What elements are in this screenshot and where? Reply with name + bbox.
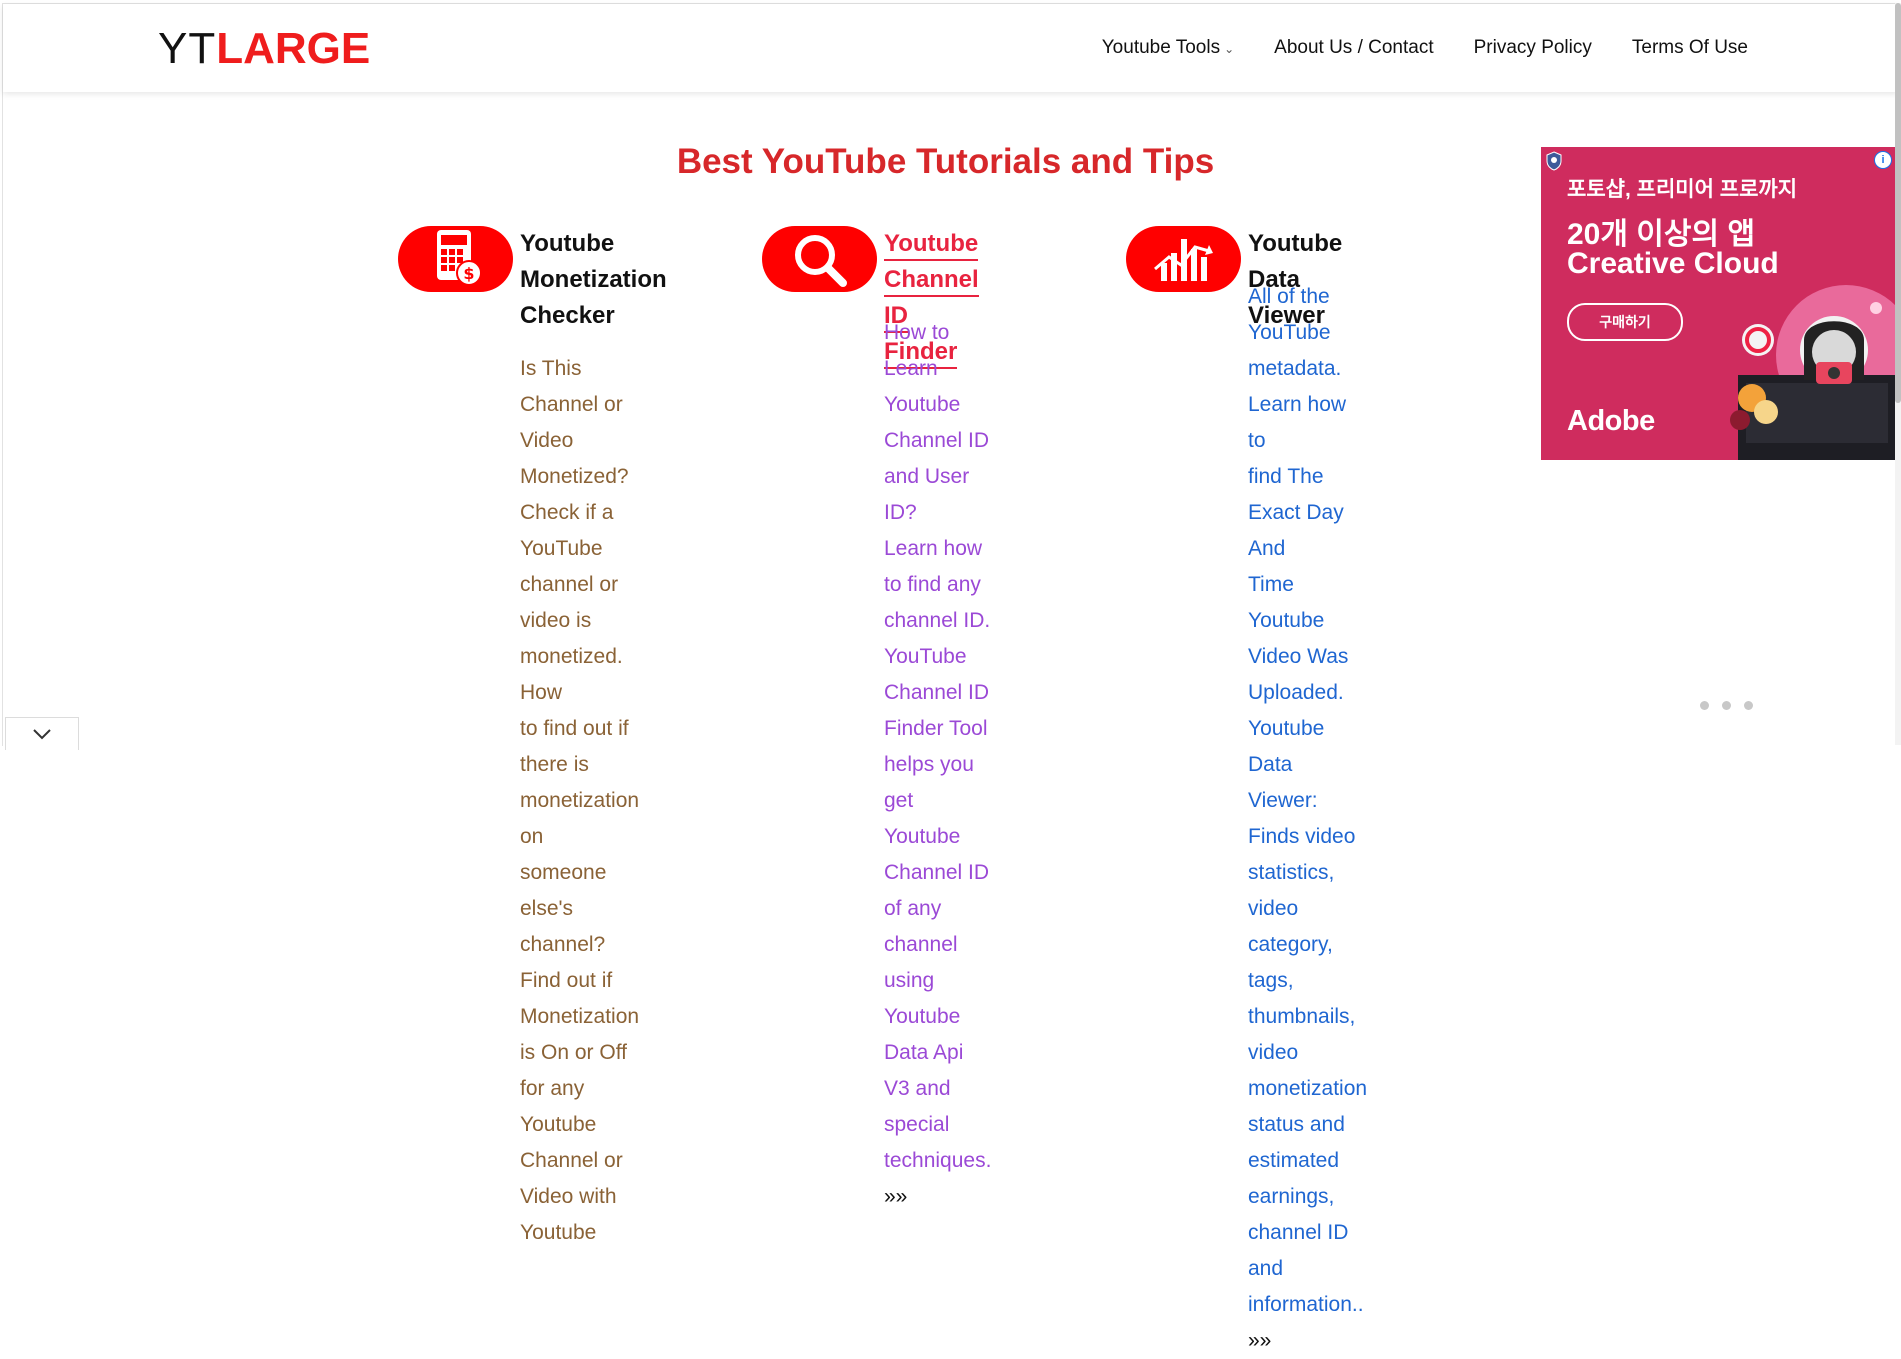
- desc-line: techniques. »»: [884, 1143, 991, 1215]
- desc-line: statistics, video category,: [1248, 861, 1335, 956]
- desc-line: to find out if there is: [520, 717, 629, 776]
- ad-line3: Creative Cloud: [1567, 247, 1779, 280]
- desc-line: find The Exact Day And: [1248, 465, 1344, 560]
- desc-line: Data Api V3 and special: [884, 1041, 964, 1136]
- ad-buy-button[interactable]: 구매하기: [1567, 303, 1683, 341]
- desc-line: someone else's channel?: [520, 861, 607, 956]
- desc-line: Time Youtube Video Was: [1248, 573, 1349, 668]
- desc-line: Uploaded. Youtube Data: [1248, 681, 1344, 776]
- chevron-down-icon: [33, 729, 51, 740]
- page-frame: YT LARGE Youtube Tools ⌄ About Us / Contac…: [2, 3, 1898, 1352]
- desc-line: How to Learn Youtube: [884, 321, 961, 416]
- desc-line: channel ID. YouTube: [884, 609, 991, 668]
- card-title[interactable]: Youtube Monetization Checker: [520, 226, 667, 334]
- desc-line-text: information..: [1248, 1293, 1364, 1316]
- card-description: All of the YouTube metadata. Learn how t…: [1248, 279, 1367, 1359]
- site-logo[interactable]: YT LARGE: [158, 24, 370, 74]
- scrollbar-thumb[interactable]: [1895, 3, 1901, 403]
- svg-text:$: $: [463, 264, 474, 283]
- desc-line: estimated earnings,: [1248, 1149, 1340, 1208]
- desc-line: YouTube channel or: [520, 537, 619, 596]
- desc-line: monetization on: [520, 789, 640, 848]
- title-line: Checker: [520, 302, 615, 329]
- desc-line-text: techniques.: [884, 1149, 992, 1172]
- desc-line: Is This Channel or Video: [520, 357, 623, 452]
- desc-line: metadata. Learn how to: [1248, 357, 1347, 452]
- ad-banner[interactable]: i 포토샵, 프리미어 프로까지 20개 이상의 앱 Creative Clou…: [1541, 147, 1896, 460]
- desc-line: Video with Youtube: [520, 1185, 617, 1244]
- magnifier-icon[interactable]: [762, 226, 877, 292]
- nav-privacy-policy[interactable]: Privacy Policy: [1474, 37, 1592, 59]
- ad-brand-logo: Adobe: [1567, 405, 1655, 437]
- collapse-toggle-button[interactable]: [5, 717, 79, 750]
- logo-part-yt: YT: [158, 24, 217, 73]
- carousel-dot[interactable]: [1744, 701, 1753, 710]
- desc-line: Monetized? Check if a: [520, 465, 629, 524]
- page-scrollbar[interactable]: [1895, 3, 1901, 745]
- nav-label: Youtube Tools: [1101, 37, 1221, 58]
- desc-line: channel ID and: [1248, 1221, 1349, 1280]
- desc-line: tags, thumbnails, video: [1248, 969, 1356, 1064]
- ad-shield-icon: [1546, 151, 1562, 171]
- nav-about-contact[interactable]: About Us / Contact: [1274, 37, 1433, 59]
- desc-line: All of the YouTube: [1248, 285, 1331, 344]
- carousel-dot[interactable]: [1722, 701, 1731, 710]
- bar-chart-icon[interactable]: [1126, 226, 1241, 292]
- title-line: Youtube: [520, 230, 615, 257]
- ad-info-icon[interactable]: i: [1874, 151, 1892, 169]
- desc-line: Viewer: Finds video: [1248, 789, 1356, 848]
- desc-line: Channel ID Finder Tool: [884, 681, 990, 740]
- ad-artwork-image: [1730, 285, 1896, 460]
- chevron-down-icon: ⌄: [1224, 42, 1235, 56]
- desc-line: is On or Off for any: [520, 1041, 627, 1100]
- read-more-link[interactable]: »»: [884, 1185, 907, 1208]
- site-header: YT LARGE Youtube Tools ⌄ About Us / Contac…: [3, 4, 1898, 92]
- card-description: Is This Channel or Video Monetized? Chec…: [520, 351, 639, 1251]
- carousel-dot[interactable]: [1700, 701, 1709, 710]
- desc-line: Channel ID and User ID?: [884, 429, 990, 524]
- logo-part-large: LARGE: [216, 24, 371, 73]
- calculator-dollar-icon[interactable]: $: [398, 226, 513, 292]
- card-description: How to Learn Youtube Channel ID and User…: [884, 315, 991, 1215]
- carousel-dots[interactable]: [1700, 701, 1753, 710]
- desc-line: information.. »»: [1248, 1287, 1367, 1359]
- read-more-link[interactable]: »»: [1248, 1329, 1271, 1352]
- desc-line: helps you get Youtube: [884, 753, 974, 848]
- desc-line: video is monetized. How: [520, 609, 623, 704]
- desc-line: Youtube Channel or: [520, 1113, 623, 1172]
- title-line: Monetization: [520, 266, 667, 293]
- nav-terms-of-use[interactable]: Terms Of Use: [1632, 37, 1748, 59]
- desc-line: Channel ID of any: [884, 861, 990, 920]
- desc-line: monetization status and: [1248, 1077, 1368, 1136]
- main-nav: Youtube Tools ⌄ About Us / Contact Privac…: [1102, 37, 1748, 59]
- desc-line: channel using Youtube: [884, 933, 961, 1028]
- desc-line: Learn how to find any: [884, 537, 983, 596]
- ad-line1: 포토샵, 프리미어 프로까지: [1567, 178, 1798, 201]
- desc-line: Find out if Monetization: [520, 969, 640, 1028]
- nav-youtube-tools[interactable]: Youtube Tools ⌄: [1102, 37, 1234, 59]
